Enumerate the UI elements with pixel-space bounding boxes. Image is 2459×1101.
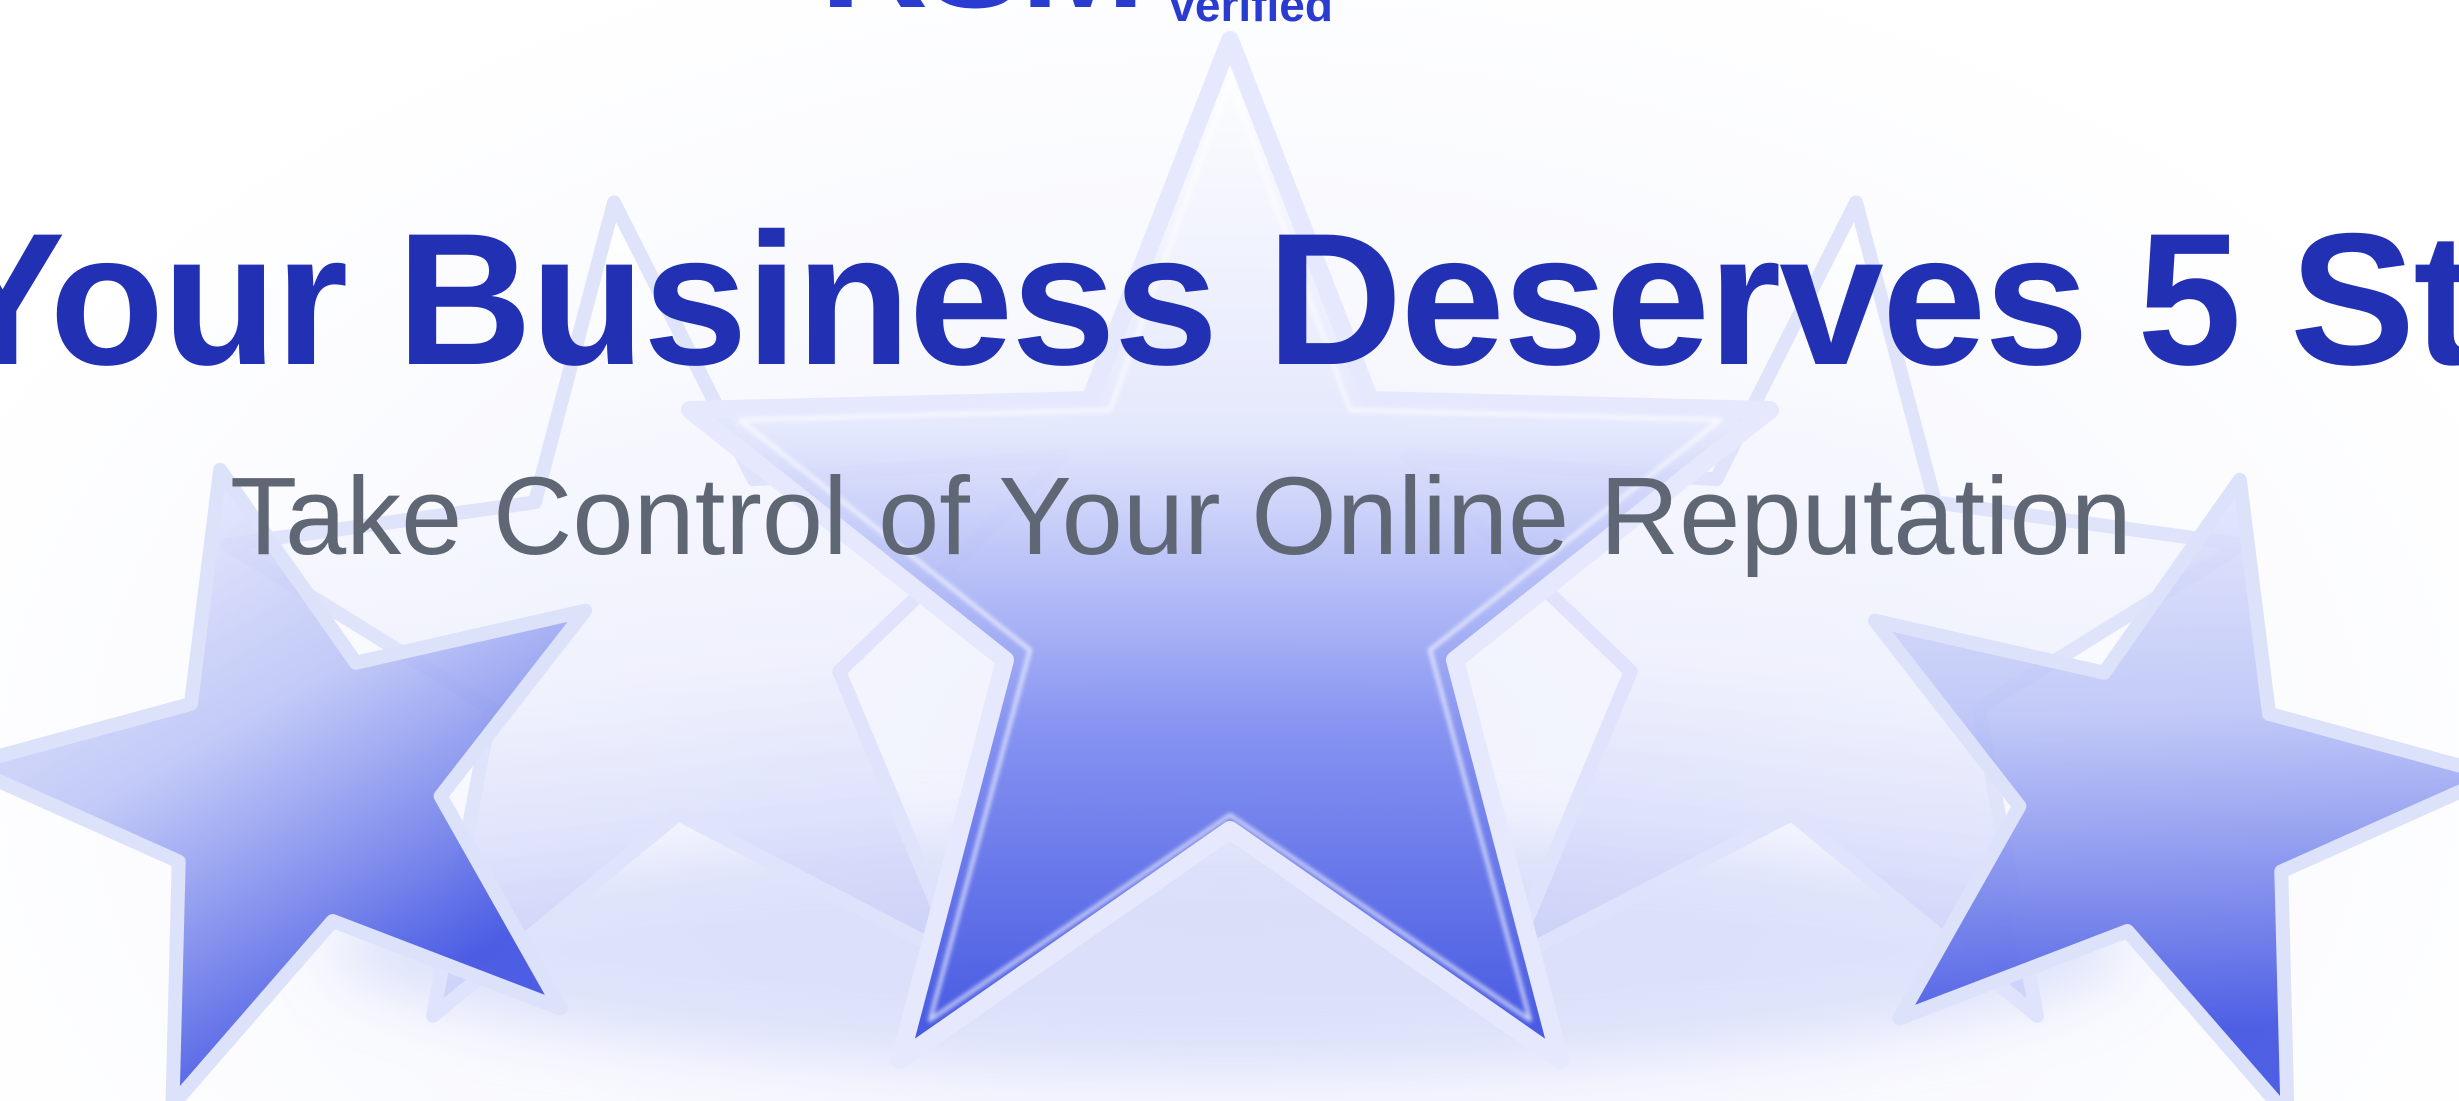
page-subtitle: Take Control of Your Online Reputation bbox=[230, 455, 2132, 578]
page-title: Your Business Deserves 5 Stars bbox=[0, 194, 2459, 404]
brand-logo[interactable]: RSM verified bbox=[820, 0, 1333, 30]
brand-logo-icon: RSM bbox=[820, 0, 1145, 30]
verified-label: verified bbox=[1169, 0, 1333, 31]
hero-banner: RSM verified Your Business Deserves 5 St… bbox=[0, 0, 2459, 1101]
